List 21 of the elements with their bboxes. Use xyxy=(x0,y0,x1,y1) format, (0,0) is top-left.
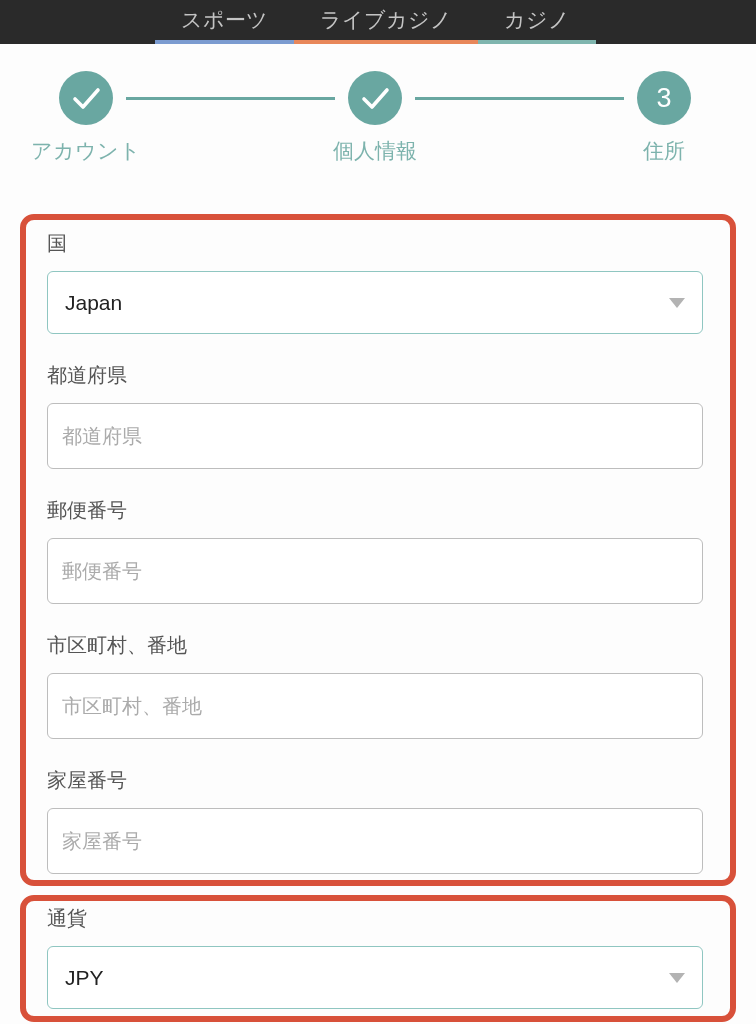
select-field[interactable]: Japan xyxy=(47,271,703,334)
step-label: 個人情報 xyxy=(333,138,417,164)
nav-tab[interactable]: カジノ xyxy=(477,0,596,44)
nav-tab[interactable]: スポーツ xyxy=(154,0,294,44)
select-field[interactable]: JPY xyxy=(47,946,703,1009)
field-label: 都道府県 xyxy=(47,363,127,387)
field-label: 家屋番号 xyxy=(47,768,127,792)
caret-icon xyxy=(669,972,685,983)
step-number: 3 xyxy=(637,71,691,125)
field-label: 郵便番号 xyxy=(47,498,127,522)
text-input-field[interactable]: 郵便番号 xyxy=(47,538,703,604)
step-label: 住所 xyxy=(643,138,685,164)
text-input-field[interactable]: 家屋番号 xyxy=(47,808,703,874)
text-input-field[interactable]: 市区町村、番地 xyxy=(47,673,703,739)
step-label: アカウント xyxy=(31,138,141,164)
nav-tab[interactable]: ライブカジノ xyxy=(293,0,478,44)
field-label: 市区町村、番地 xyxy=(47,633,187,657)
field-label: 通貨 xyxy=(47,906,87,930)
text-input-field[interactable]: 都道府県 xyxy=(47,403,703,469)
field-label: 国 xyxy=(47,231,67,255)
caret-icon xyxy=(669,297,685,308)
